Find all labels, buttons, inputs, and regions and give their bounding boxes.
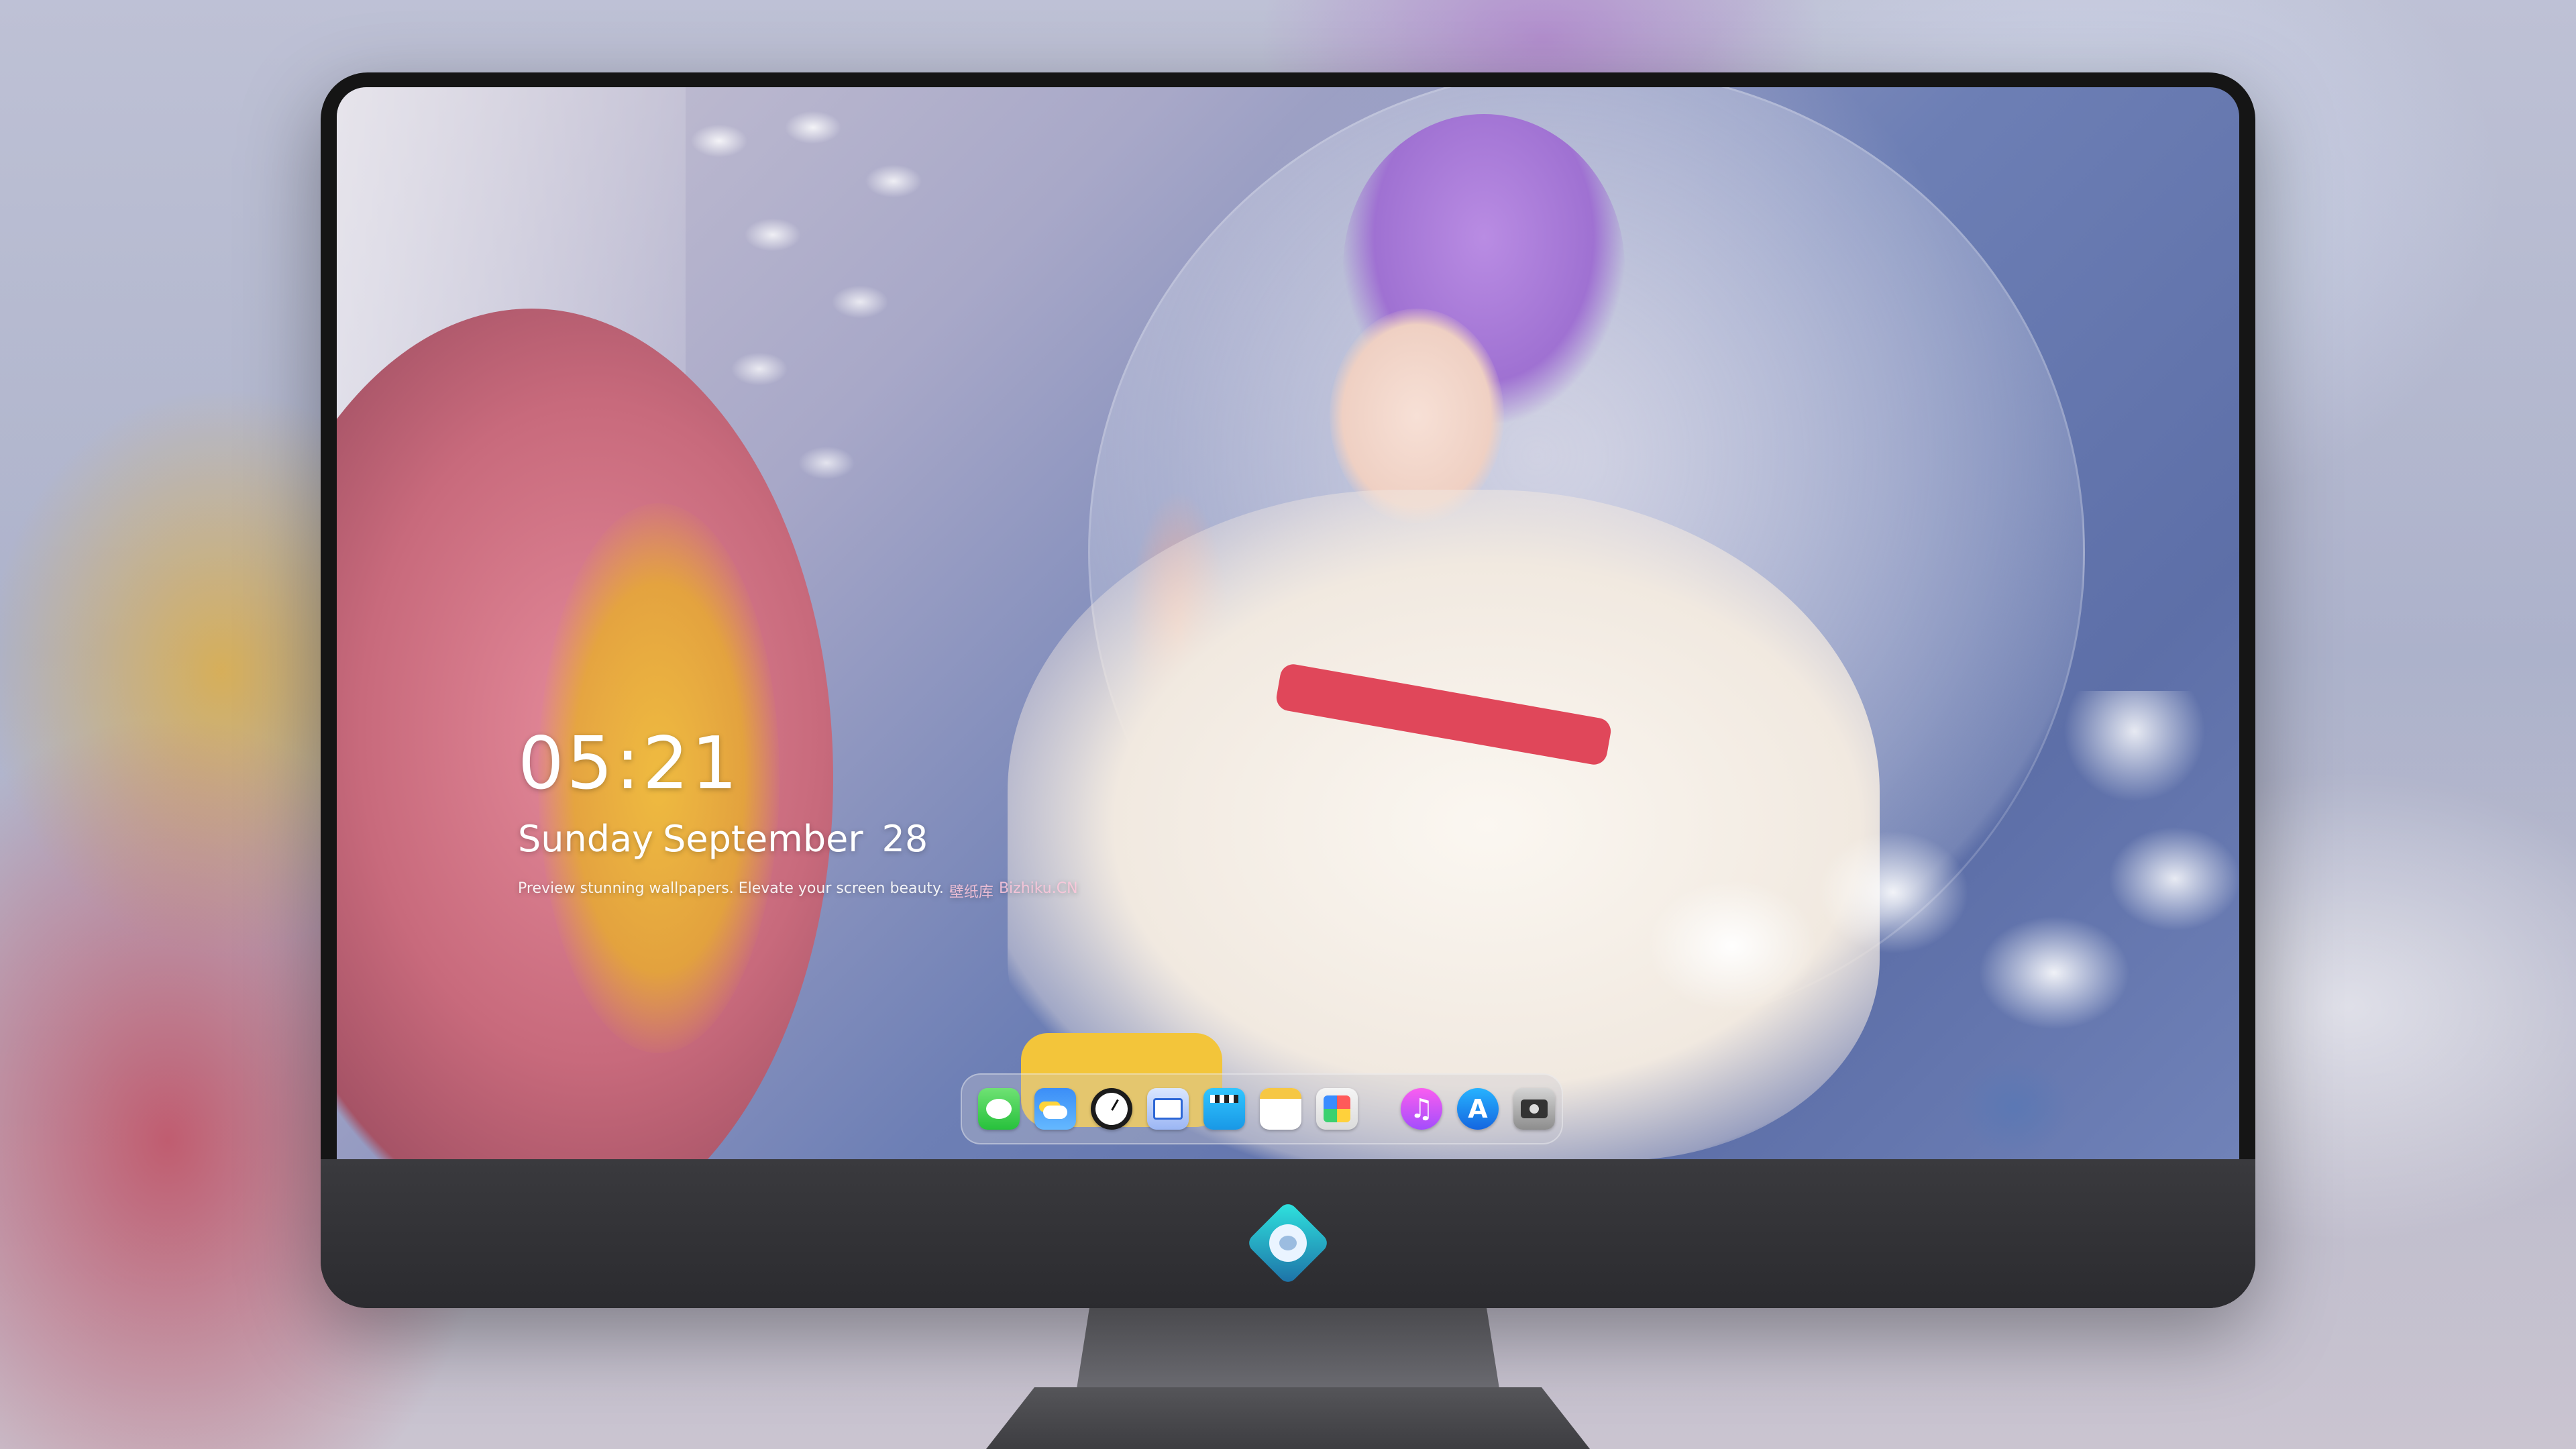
tagline-text: Preview stunning wallpapers. Elevate you… <box>518 880 944 897</box>
camera-icon[interactable] <box>1513 1088 1555 1130</box>
monitor-chin <box>321 1159 2255 1308</box>
lock-screen-info: 05:21 Sunday September 28 Preview stunni… <box>518 728 1078 902</box>
lock-weekday: Sunday <box>518 818 654 860</box>
dock <box>961 1073 1563 1144</box>
messages-icon[interactable] <box>978 1088 1020 1130</box>
app-store-icon[interactable] <box>1457 1088 1499 1130</box>
lock-tagline: Preview stunning wallpapers. Elevate you… <box>518 880 1078 902</box>
lock-clock: 05:21 <box>518 722 741 806</box>
brand-logo-mascot <box>1269 1224 1307 1262</box>
monitor-frame: 05:21 Sunday September 28 Preview stunni… <box>321 72 2255 1308</box>
clock-icon[interactable] <box>1091 1088 1132 1130</box>
monitor-stand-base <box>986 1387 1590 1449</box>
weather-icon[interactable] <box>1034 1088 1076 1130</box>
music-icon[interactable] <box>1401 1088 1442 1130</box>
photos-icon[interactable] <box>1316 1088 1358 1130</box>
desktop-screen: 05:21 Sunday September 28 Preview stunni… <box>337 87 2239 1159</box>
preview-icon[interactable] <box>1147 1088 1189 1130</box>
clips-icon[interactable] <box>1203 1088 1245 1130</box>
lock-date: Sunday September 28 <box>518 818 1078 860</box>
tagline-cn: 壁纸库 <box>949 884 994 901</box>
tagline-site: Bizhiku.CN <box>998 880 1078 897</box>
monitor-stand-neck <box>1077 1308 1499 1389</box>
notes-icon[interactable] <box>1260 1088 1301 1130</box>
wallpaper-flowers <box>1544 691 2239 1159</box>
brand-logo-icon <box>1245 1200 1331 1286</box>
lock-day: 28 <box>881 818 928 860</box>
lock-month: September <box>663 818 863 860</box>
